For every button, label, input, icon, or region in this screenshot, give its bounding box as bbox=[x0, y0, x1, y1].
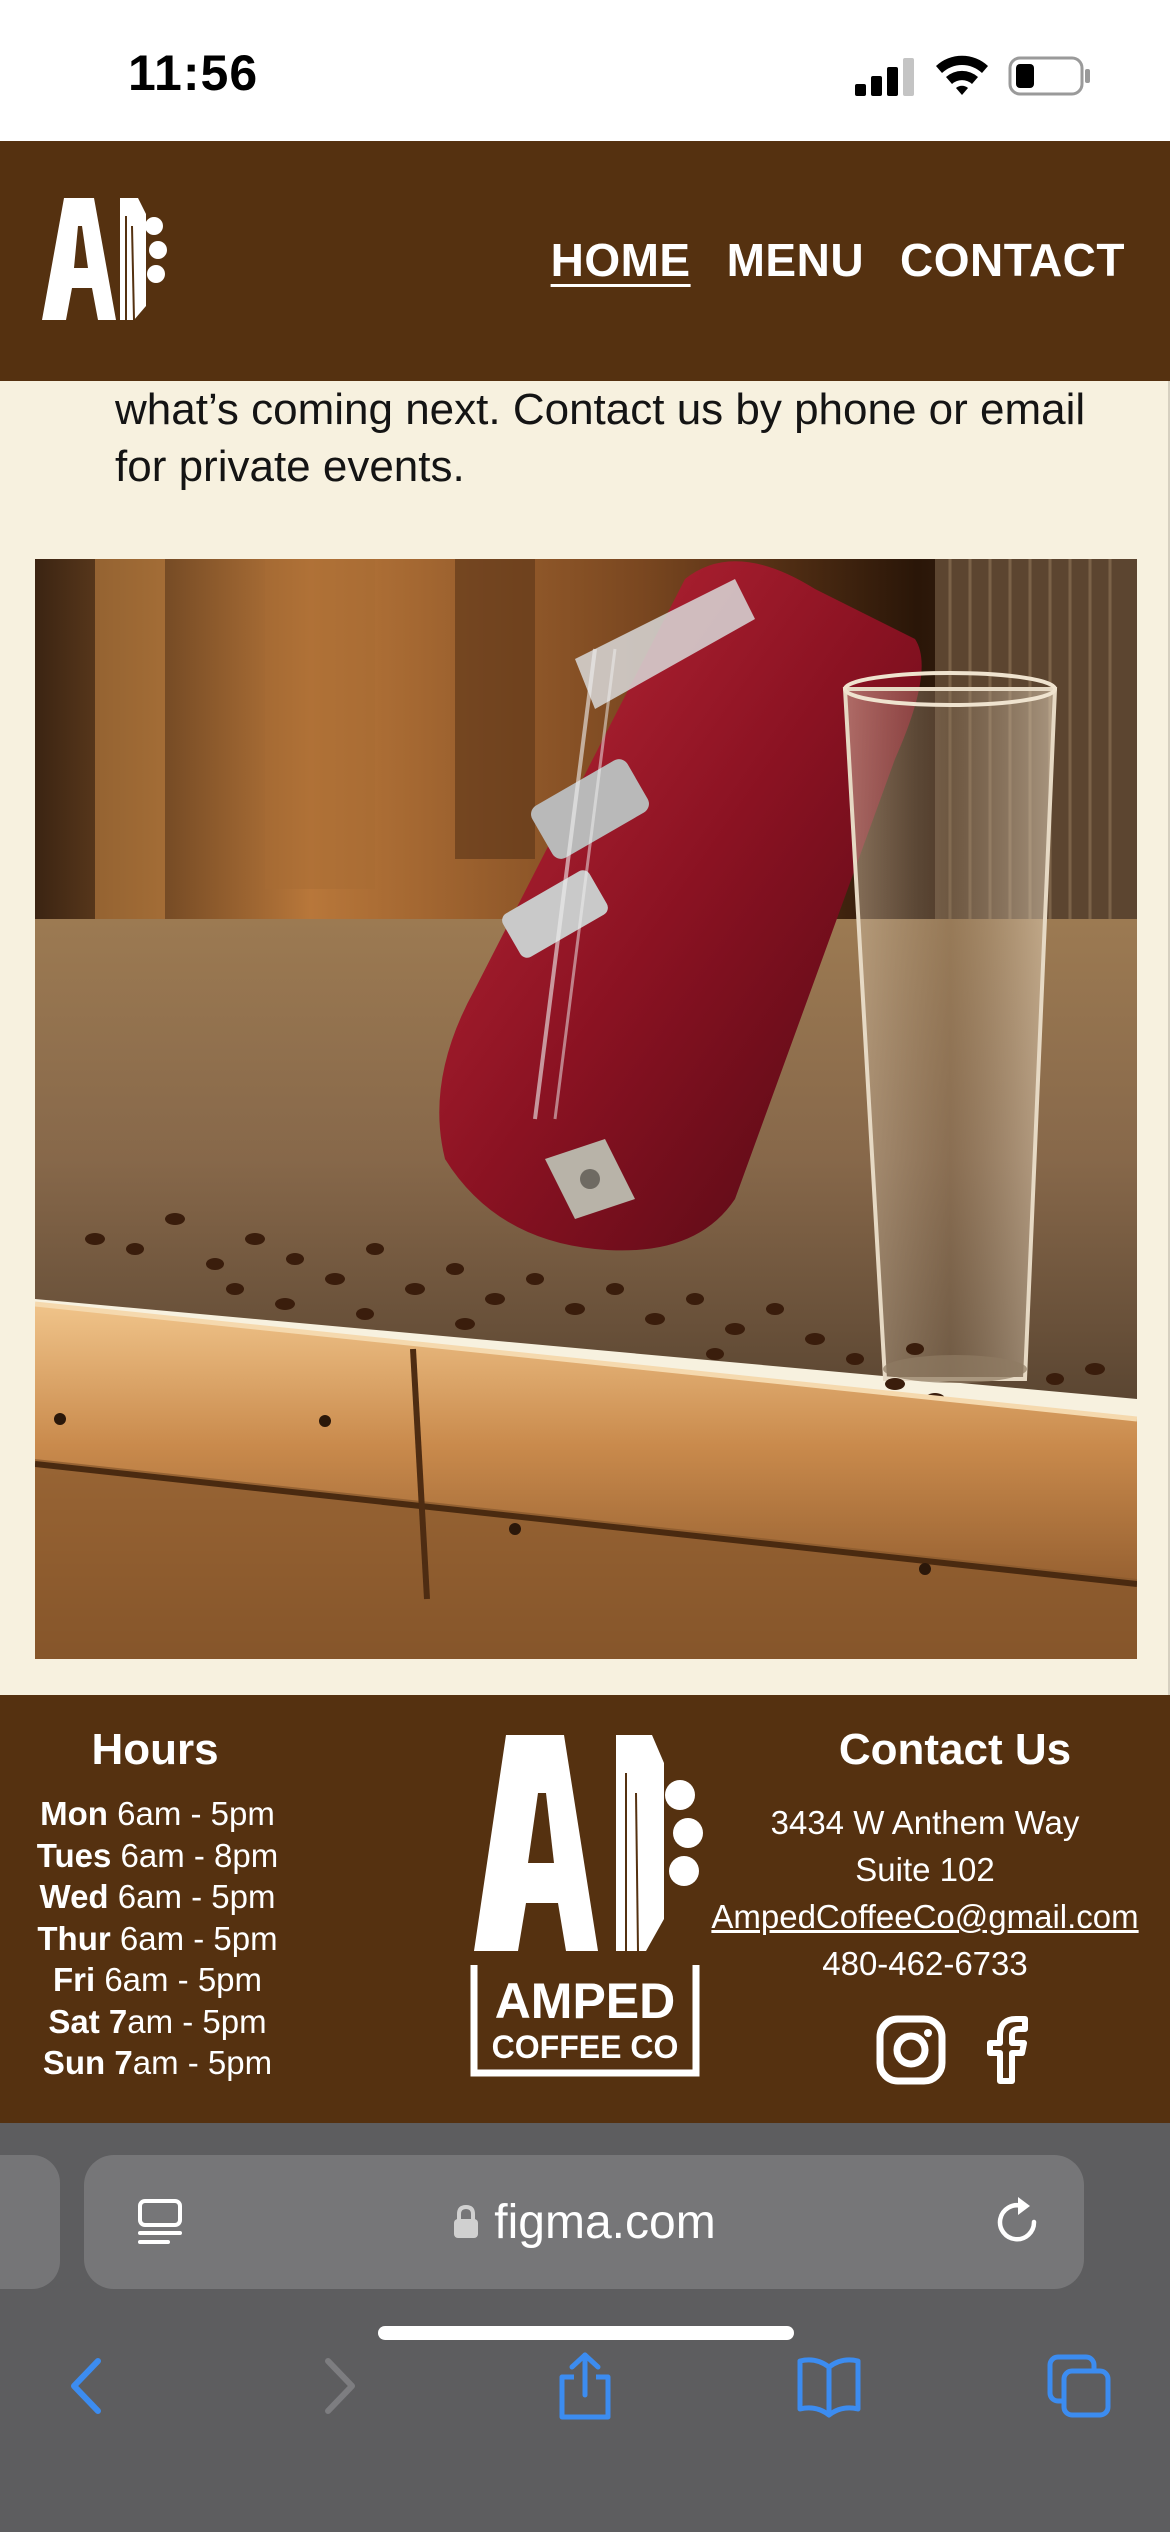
reload-icon[interactable] bbox=[990, 2195, 1044, 2249]
hours-row: Sun 7am - 5pm bbox=[0, 2042, 315, 2084]
lock-icon bbox=[454, 2204, 479, 2238]
site-footer: Hours Mon 6am - 5pm Tues 6am - 8pm Wed 6… bbox=[0, 1695, 1170, 2123]
hours-day: Tues bbox=[36, 1836, 112, 1874]
battery-icon bbox=[1008, 56, 1090, 96]
bookmarks-icon[interactable] bbox=[796, 2351, 862, 2421]
share-icon[interactable] bbox=[552, 2351, 618, 2421]
hours-time: 6am - 5pm bbox=[104, 1961, 263, 1998]
tabs-icon[interactable] bbox=[1046, 2351, 1112, 2421]
status-bar: 11:56 bbox=[0, 0, 1170, 141]
hours-day: Fri bbox=[52, 1961, 96, 1998]
hours-day: Thur bbox=[37, 1919, 111, 1957]
status-time: 11:56 bbox=[128, 45, 259, 101]
email-link[interactable]: AmpedCoffeeCo@gmail.com bbox=[690, 1893, 1160, 1940]
hours-time: 6am - 5pm bbox=[119, 1919, 278, 1957]
address-bar[interactable]: figma.com bbox=[84, 2155, 1084, 2289]
back-icon[interactable] bbox=[54, 2351, 120, 2421]
hours-time: am - 5pm bbox=[127, 2002, 267, 2040]
hours-day: Mon bbox=[40, 1795, 108, 1832]
facebook-icon[interactable] bbox=[972, 2015, 1042, 2085]
hours-row: Thur 6am - 5pm bbox=[0, 1918, 315, 1960]
url-display[interactable]: figma.com bbox=[84, 2155, 1084, 2289]
hours-list: Mon 6am - 5pm Tues 6am - 8pm Wed 6am - 5… bbox=[0, 1793, 315, 2084]
browser-toolbar bbox=[0, 2323, 1170, 2453]
hours-day: Wed bbox=[39, 1878, 109, 1915]
site-header: HOME MENU CONTACT bbox=[0, 141, 1170, 381]
contact-title: Contact Us bbox=[838, 1725, 1072, 1774]
hours-row: Sat 7am - 5pm bbox=[0, 2001, 315, 2043]
logo-line-amped: AMPED bbox=[495, 1973, 676, 2029]
home-indicator[interactable] bbox=[378, 2326, 794, 2340]
page-content: what’s coming next. Contact us by phone … bbox=[0, 381, 1170, 1695]
hours-row: Tues 6am - 8pm bbox=[0, 1835, 315, 1877]
previous-tab-peek[interactable] bbox=[0, 2155, 60, 2289]
social-links bbox=[876, 2015, 1042, 2085]
amped-coffee-co-logo: AMPED COFFEE CO bbox=[470, 1735, 703, 2077]
instagram-icon[interactable] bbox=[876, 2015, 946, 2085]
nav-item-contact[interactable]: CONTACT bbox=[900, 233, 1125, 287]
hours-time: 6am - 5pm bbox=[117, 1795, 275, 1832]
contact-details: 3434 W Anthem Way Suite 102 AmpedCoffeeC… bbox=[690, 1799, 1160, 1987]
hours-row: Wed 6am - 5pm bbox=[0, 1876, 315, 1918]
url-text: figma.com bbox=[494, 2195, 716, 2249]
hours-time: am - 5pm bbox=[132, 2044, 273, 2081]
hours-day: Sat 7 bbox=[48, 2002, 128, 2040]
hours-time: 6am - 8pm bbox=[120, 1836, 279, 1874]
logo-line-coffee-co: COFFEE CO bbox=[492, 2029, 679, 2065]
hours-day: Sun 7 bbox=[42, 2044, 133, 2081]
hours-time: 6am - 5pm bbox=[117, 1878, 276, 1915]
red-electric-guitar-coffee-beans-glass-photo bbox=[35, 559, 1137, 1659]
address-line-2: Suite 102 bbox=[855, 1851, 995, 1888]
forward-icon[interactable] bbox=[306, 2351, 372, 2421]
hours-row: Mon 6am - 5pm bbox=[0, 1793, 315, 1835]
phone-number[interactable]: 480-462-6733 bbox=[690, 1940, 1160, 1987]
nav-item-home[interactable]: HOME bbox=[551, 233, 691, 287]
amped-guitar-headstock-logo-icon[interactable] bbox=[42, 196, 172, 322]
hours-title: Hours bbox=[91, 1725, 219, 1774]
hours-row: Fri 6am - 5pm bbox=[0, 1959, 315, 2001]
intro-text: what’s coming next. Contact us by phone … bbox=[115, 385, 1086, 491]
address-line-1: 3434 W Anthem Way bbox=[770, 1804, 1080, 1841]
nav-item-menu[interactable]: MENU bbox=[727, 233, 864, 287]
cellular-signal-icon bbox=[855, 58, 914, 96]
wifi-icon bbox=[936, 55, 988, 95]
main-nav: HOME MENU CONTACT bbox=[551, 233, 1125, 287]
